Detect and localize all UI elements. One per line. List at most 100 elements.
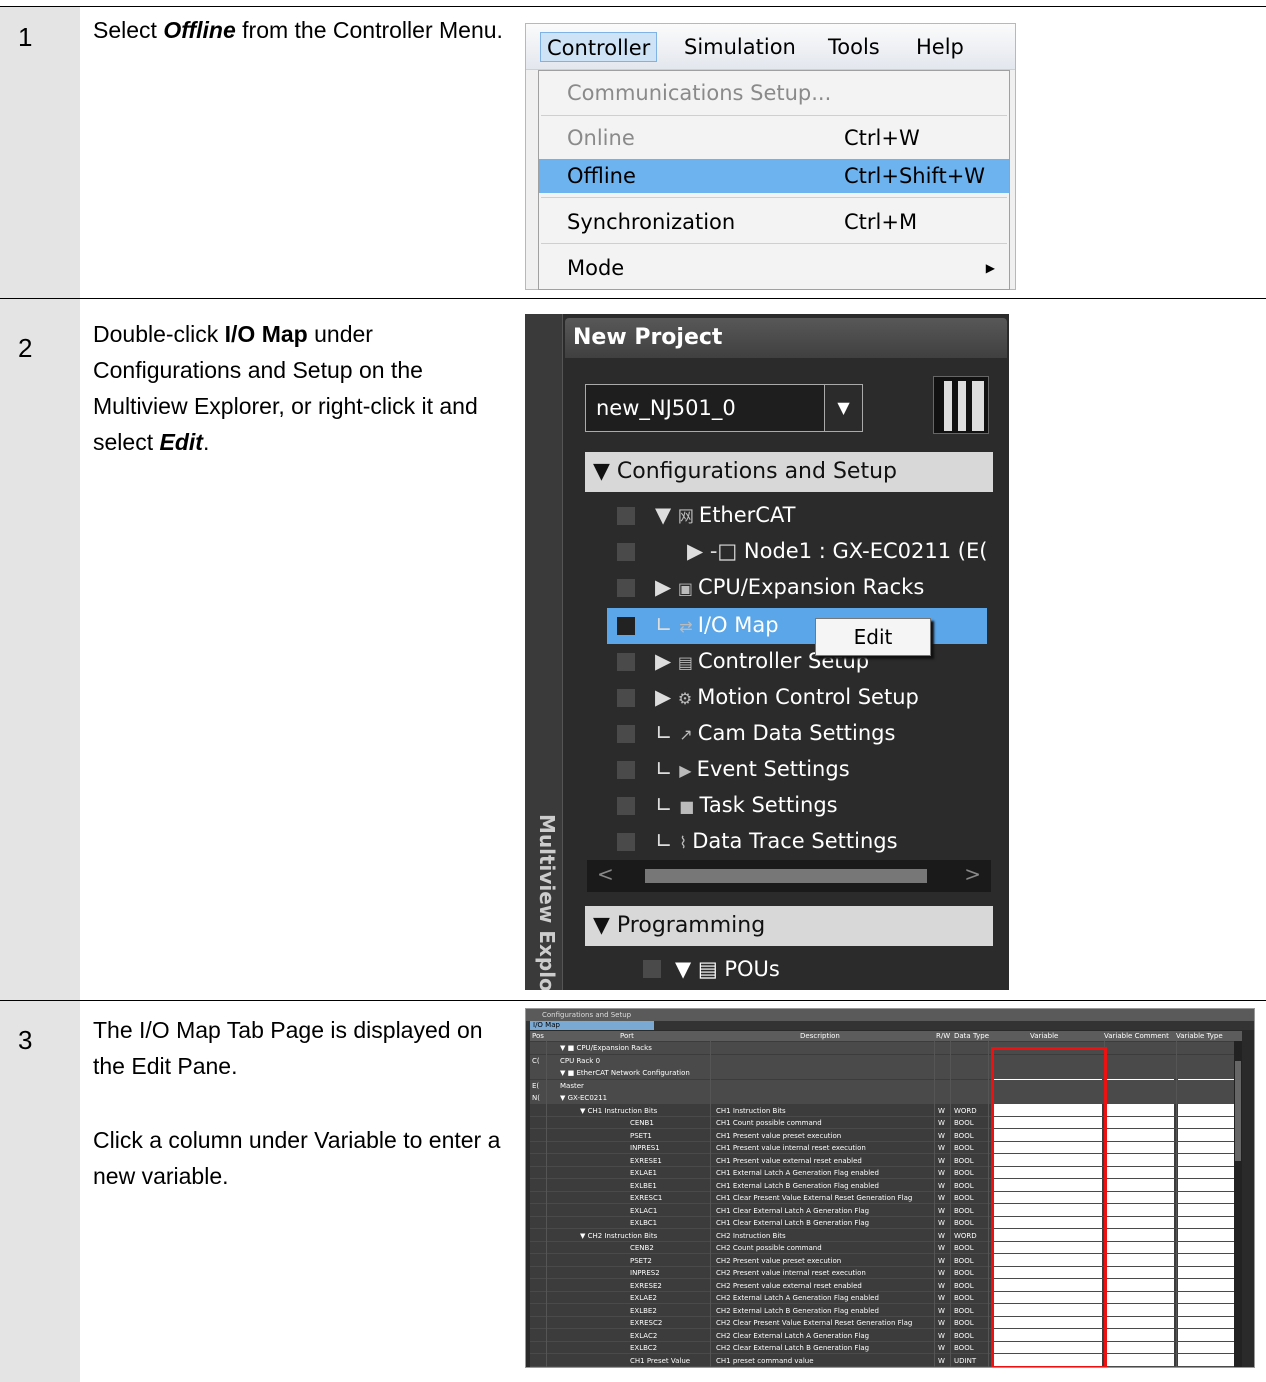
col-divider [710,1041,711,1367]
table-row[interactable]: E(Master [530,1079,1242,1092]
table-row[interactable]: ▼ CH2 Instruction Bits CH2 Instruction Bi… [530,1230,1242,1242]
tree-item[interactable]: ∟ ⇄ I/O Map [655,608,779,642]
step-number-3: 3 [18,1025,33,1055]
step-2-description: Double-click I/O Map under Configuration… [93,316,513,460]
table-row[interactable]: EXRESE1 CH1 Present value external reset … [530,1155,1242,1167]
tree-checkbox [617,761,635,779]
description-text: Offline [163,17,236,43]
table-cell: W [938,1281,945,1290]
menu-help[interactable]: Help [910,32,970,62]
menu-item-communications-setup[interactable]: Communications Setup... [539,76,1009,110]
horizontal-scrollbar[interactable]: < > [587,860,991,892]
scroll-thumb[interactable] [645,869,927,883]
tree-expander: ▶ [655,649,678,673]
scroll-left-icon[interactable]: < [597,862,614,886]
tree-item[interactable]: ∟ ↗ Cam Data Settings [655,716,895,750]
table-row[interactable]: N(▼ GX-EC0211 [530,1092,1242,1104]
table-cell: W [938,1106,945,1115]
multiview-explorer-tab[interactable]: Multiview Explorer [525,314,563,990]
context-menu-edit[interactable]: Edit [815,618,931,656]
tree-item[interactable]: ▼ 网 EtherCAT [655,498,796,532]
menu-tools[interactable]: Tools [822,32,886,62]
table-cell: WORD [954,1231,977,1240]
table-cell: W [938,1306,945,1315]
table-row[interactable]: EXLBC2 CH2 Clear External Latch B Generat… [530,1342,1242,1354]
tree-item[interactable]: ▶ ⚙ Motion Control Setup [655,680,919,714]
table-row[interactable]: INPRES2 CH2 Present value internal reset … [530,1267,1242,1279]
table-cell: W [938,1269,945,1277]
table-cell: W [938,1169,945,1177]
table-cell: W [938,1206,945,1215]
table-row[interactable]: CH1 Preset Value CH1 preset command value… [530,1355,1242,1367]
menu-item-online[interactable]: Online Ctrl+W [539,121,1009,155]
table-cell: EXLBC2 [630,1344,658,1352]
table-row[interactable]: PSET1 CH1 Present value preset execution W… [530,1130,1242,1142]
table-row[interactable]: EXLBE2 CH2 External Latch B Generation Fl… [530,1305,1242,1317]
step-3-description: The I/O Map Tab Page is displayed on the… [93,1012,513,1194]
table-cell: W [938,1319,945,1327]
io-map-screenshot: Configurations and Setup I/O Map Pos Por… [525,1008,1255,1368]
menu-item-mode[interactable]: Mode ▶ [539,251,1009,285]
table-cell: EXLBC1 [630,1219,658,1227]
section-programming[interactable]: ▼ Programming [585,906,993,946]
tree-checkbox [617,833,635,851]
table-header: Pos Port Description R/W Data Type Varia… [530,1031,1242,1041]
tree-item[interactable]: ∟ ▶ Event Settings [655,752,850,786]
table-cell: CH2 Present value external reset enabled [716,1281,862,1290]
tree-item[interactable]: ∟ ⌇ Data Trace Settings [655,824,898,858]
table-row[interactable]: EXLBC1 CH1 Clear External Latch B Generat… [530,1217,1242,1229]
table-cell: C( [532,1056,540,1065]
tree-item[interactable]: ▶ -□ Node1 : GX-EC0211 (E( [687,534,987,568]
tree-checkbox [643,960,661,978]
vertical-scrollbar[interactable] [1234,1041,1242,1367]
table-row[interactable]: INPRES1 CH1 Present value internal reset … [530,1142,1242,1154]
table-cell: EXRESC1 [630,1194,663,1202]
step-number-2: 2 [18,333,33,363]
tree-item-pous[interactable]: ▼ ▤ POUs [675,952,780,986]
tree-expander: ∟ [655,793,680,817]
menu-item-offline[interactable]: Offline Ctrl+Shift+W [539,159,1009,193]
section-configurations-and-setup[interactable]: ▼ Configurations and Setup [585,452,993,492]
table-row[interactable]: CENB2 CH2 Count possible command W BOOL [530,1242,1242,1254]
tree-checkbox [617,617,635,635]
table-row[interactable]: EXRESC2 CH2 Clear Present Value External … [530,1317,1242,1329]
dropdown-arrow-icon[interactable]: ▼ [824,385,862,431]
table-cell: BOOL [954,1294,974,1302]
menu-simulation[interactable]: Simulation [678,32,802,62]
tree-item[interactable]: ∟ ■ Task Settings [655,788,838,822]
table-row[interactable]: EXLAE2 CH2 External Latch A Generation Fl… [530,1292,1242,1304]
table-cell: CH2 External Latch A Generation Flag ena… [716,1294,879,1302]
explorer-title: New Project [565,318,1007,358]
table-row[interactable]: EXLAC1 CH1 Clear External Latch A Generat… [530,1205,1242,1217]
tree-checkbox [617,507,635,525]
table-cell: EXRESE2 [630,1281,662,1290]
table-row[interactable]: C(CPU Rack 0 [530,1054,1242,1067]
table-cell: BOOL [954,1344,974,1352]
table-row[interactable]: EXLAE1 CH1 External Latch A Generation Fl… [530,1167,1242,1179]
table-row[interactable]: CENB1 CH1 Count possible command W BOOL [530,1117,1242,1129]
table-row[interactable]: EXLBE1 CH1 External Latch B Generation Fl… [530,1180,1242,1192]
table-row[interactable]: EXRESC1 CH1 Clear Present Value External … [530,1192,1242,1204]
scroll-right-icon[interactable]: > [964,862,981,886]
table-cell: W [938,1231,945,1240]
menu-controller[interactable]: Controller [540,32,658,62]
device-select[interactable]: new_NJ501_0 ▼ [585,384,863,432]
table-cell: BOOL [954,1131,974,1140]
table-cell: EXLAC1 [630,1206,658,1215]
table-row[interactable]: EXRESE2 CH2 Present value external reset … [530,1280,1242,1292]
tree-checkbox [617,653,635,671]
step-3-para-2: Click a column under Variable to enter a… [93,1127,501,1189]
table-cell: ▼ ■ EtherCAT Network Configuration [560,1069,690,1077]
table-row[interactable]: EXLAC2 CH2 Clear External Latch A Generat… [530,1330,1242,1342]
table-row[interactable]: PSET2 CH2 Present value preset execution W… [530,1255,1242,1267]
table-row[interactable]: ▼ ■ EtherCAT Network Configuration [530,1067,1242,1079]
controller-setup-icon: ▤ [677,653,699,672]
variable-column-highlight [991,1047,1107,1367]
tree-item[interactable]: ▶ ▣ CPU/Expansion Racks [655,570,924,604]
menu-separator [541,197,1007,198]
table-row[interactable]: ▼ CH1 Instruction Bits CH1 Instruction Bi… [530,1105,1242,1117]
menu-item-synchronization[interactable]: Synchronization Ctrl+M [539,205,1009,239]
table-cell: BOOL [954,1319,974,1327]
table-row[interactable]: ▼ ■ CPU/Expansion Racks [530,1042,1242,1054]
tab-io-map[interactable]: I/O Map [530,1021,654,1030]
